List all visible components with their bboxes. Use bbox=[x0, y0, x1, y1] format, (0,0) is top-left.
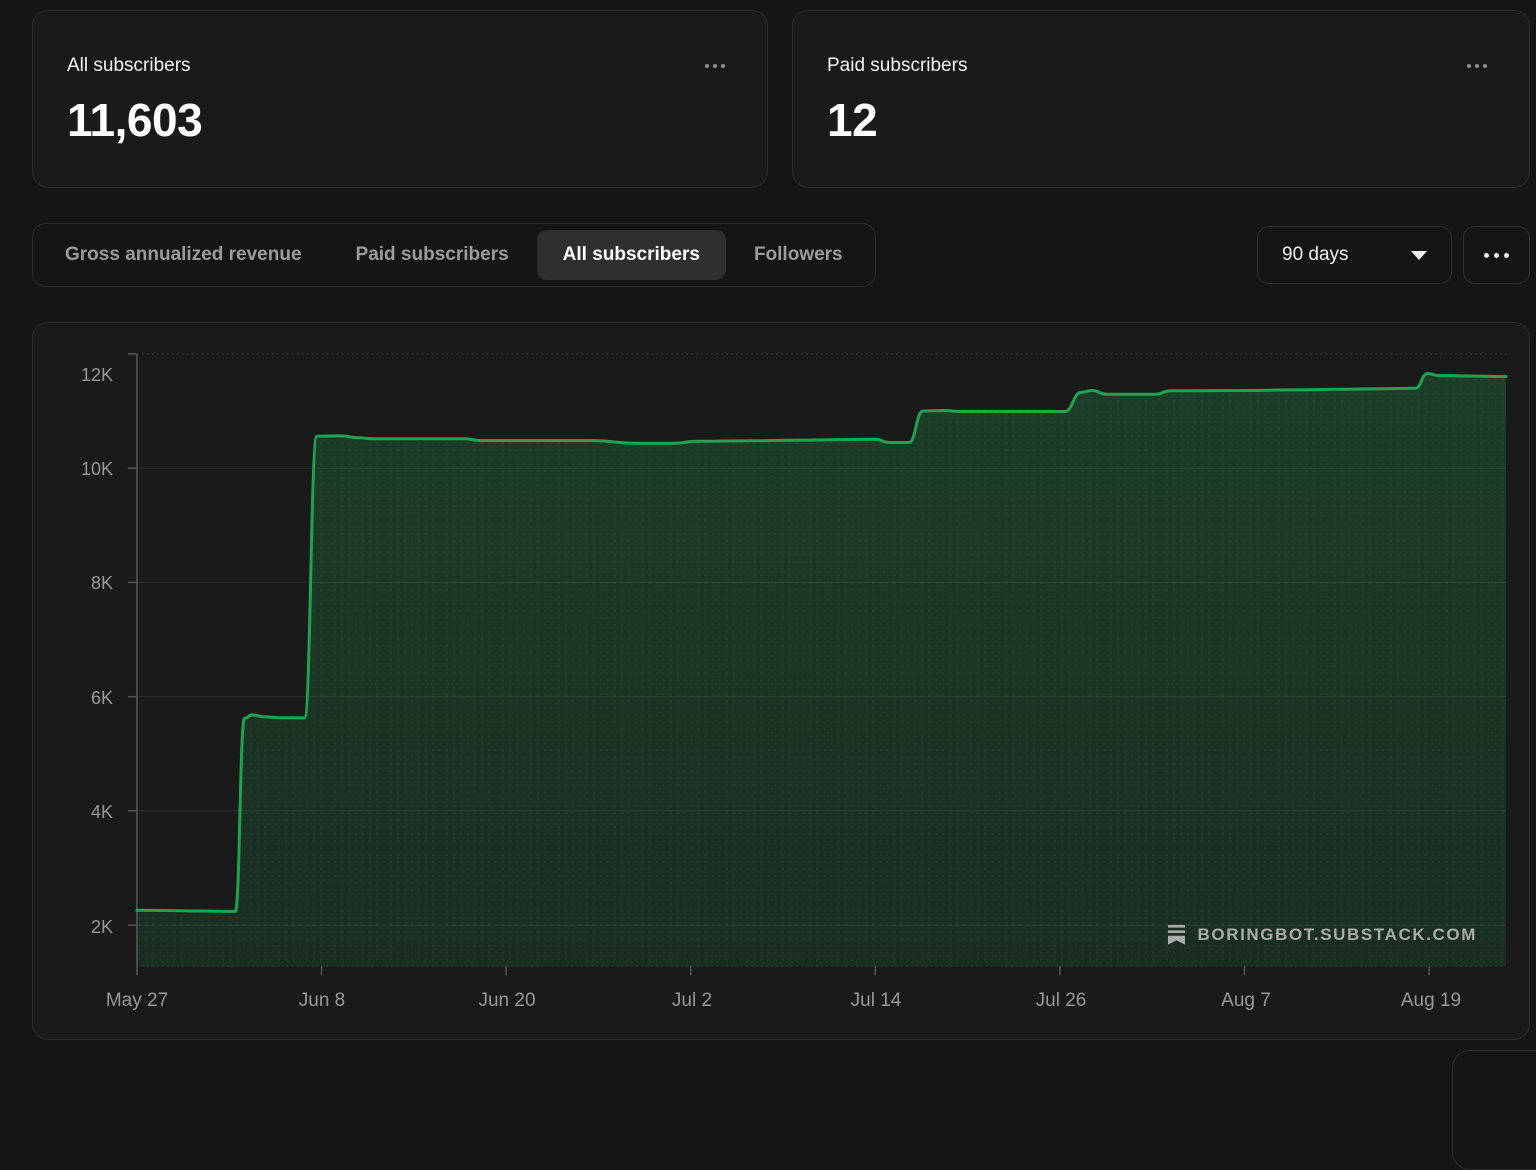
x-axis-label: May 27 bbox=[87, 989, 187, 1013]
ellipsis-icon bbox=[1475, 64, 1479, 68]
card-more-button[interactable] bbox=[1465, 58, 1489, 74]
ellipsis-icon bbox=[721, 64, 725, 68]
stat-card-paid-subscribers: Paid subscribers 12 bbox=[792, 10, 1530, 188]
ellipsis-icon bbox=[1484, 253, 1489, 258]
tab-gross-annualized-revenue[interactable]: Gross annualized revenue bbox=[39, 230, 328, 280]
substack-logo-icon bbox=[1168, 925, 1185, 945]
ellipsis-icon bbox=[705, 64, 709, 68]
y-axis-label: 12K bbox=[33, 363, 113, 387]
tab-all-subscribers[interactable]: All subscribers bbox=[537, 230, 726, 280]
chart-more-button[interactable] bbox=[1463, 226, 1530, 284]
metric-tabs: Gross annualized revenue Paid subscriber… bbox=[32, 223, 876, 287]
x-axis-label: Jun 8 bbox=[272, 989, 372, 1013]
y-axis-label: 6K bbox=[33, 686, 113, 710]
ellipsis-icon bbox=[1483, 64, 1487, 68]
chart-controls-row: Gross annualized revenue Paid subscriber… bbox=[0, 223, 1536, 287]
ellipsis-icon bbox=[1494, 253, 1499, 258]
y-axis-label: 10K bbox=[33, 457, 113, 481]
card-more-button[interactable] bbox=[703, 58, 727, 74]
date-range-value: 90 days bbox=[1282, 244, 1349, 266]
ellipsis-icon bbox=[1504, 253, 1509, 258]
chart-card: 12K 10K 8K 6K 4K 2K May 27 Jun 8 Jun 20 Jul 2 Jul … bbox=[32, 322, 1530, 1040]
x-axis-label: Jun 20 bbox=[457, 989, 557, 1013]
stat-card-value: 11,603 bbox=[67, 93, 727, 147]
x-axis-label: Jul 26 bbox=[1011, 989, 1111, 1013]
stat-card-all-subscribers: All subscribers 11,603 bbox=[32, 10, 768, 188]
ellipsis-icon bbox=[713, 64, 717, 68]
watermark-text: BORINGBOT.SUBSTACK.COM bbox=[1198, 925, 1478, 945]
stat-card-value: 12 bbox=[827, 93, 1489, 147]
stat-card-title: All subscribers bbox=[67, 55, 191, 77]
tab-paid-subscribers[interactable]: Paid subscribers bbox=[330, 230, 535, 280]
x-axis-label: Jul 14 bbox=[826, 989, 926, 1013]
date-range-select[interactable]: 90 days bbox=[1257, 226, 1452, 284]
stat-card-title: Paid subscribers bbox=[827, 55, 967, 77]
y-axis-label: 4K bbox=[33, 800, 113, 824]
caret-down-icon bbox=[1411, 251, 1427, 260]
next-section-card-stub bbox=[1452, 1050, 1536, 1170]
x-axis-label: Aug 19 bbox=[1381, 989, 1481, 1013]
x-axis-label: Jul 2 bbox=[642, 989, 742, 1013]
tab-followers[interactable]: Followers bbox=[728, 230, 869, 280]
watermark: BORINGBOT.SUBSTACK.COM bbox=[1168, 925, 1478, 945]
y-axis-label: 2K bbox=[33, 915, 113, 939]
ellipsis-icon bbox=[1467, 64, 1471, 68]
x-axis-label: Aug 7 bbox=[1196, 989, 1296, 1013]
y-axis-label: 8K bbox=[33, 571, 113, 595]
